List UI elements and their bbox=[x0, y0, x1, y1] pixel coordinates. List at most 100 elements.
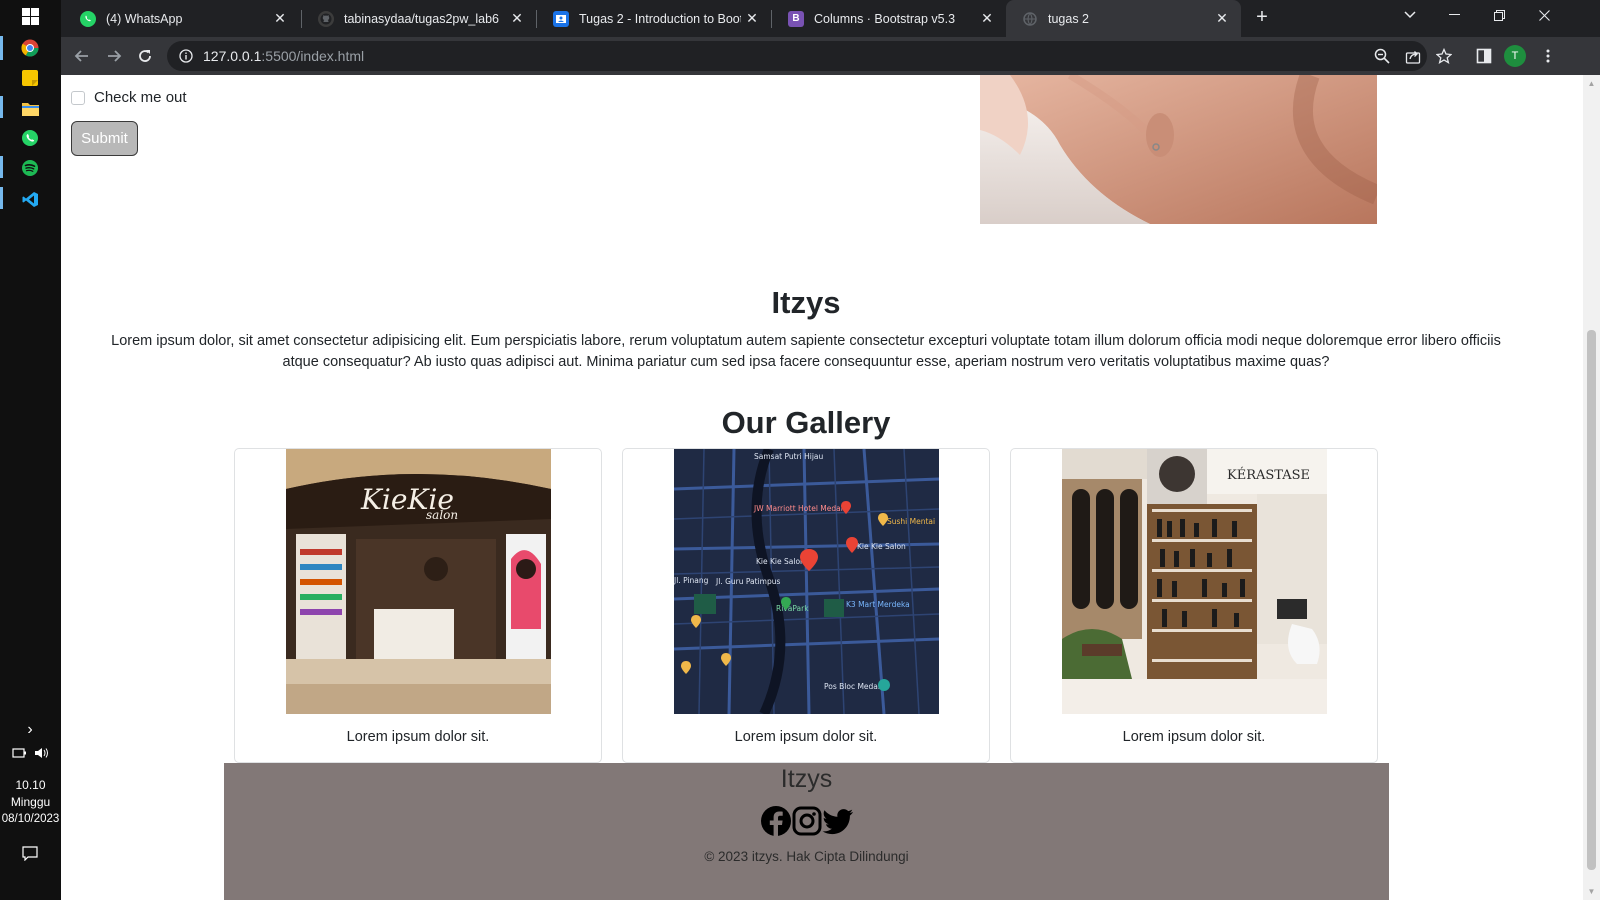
svg-text:salon: salon bbox=[426, 508, 458, 522]
clock-day[interactable]: Minggu bbox=[0, 794, 61, 811]
footer-title: Itzys bbox=[780, 765, 833, 793]
clock-date[interactable]: 08/10/2023 bbox=[0, 811, 61, 828]
card-caption: Lorem ipsum dolor sit. bbox=[346, 729, 490, 745]
globe-icon bbox=[1022, 11, 1038, 27]
share-icon[interactable] bbox=[1400, 43, 1426, 69]
svg-text:Jl. Guru Patimpus: Jl. Guru Patimpus bbox=[715, 577, 780, 586]
card-caption: Lorem ipsum dolor sit. bbox=[1122, 729, 1266, 745]
active-app-indicator bbox=[0, 36, 3, 60]
site-footer: Itzys © 2023 itzys. Hak Cipta Dilindungi bbox=[224, 763, 1389, 900]
tab-title: tugas 2 bbox=[1048, 11, 1090, 26]
tab-title: Tugas 2 - Introduction to Bootstr bbox=[579, 11, 741, 26]
salon-interior-image: KÉRASTASE bbox=[1062, 449, 1327, 714]
bootstrap-icon: B bbox=[788, 10, 804, 27]
submit-button[interactable]: Submit bbox=[71, 121, 138, 156]
tab-bootstrap[interactable]: B Columns · Bootstrap v5.3 ✕ bbox=[772, 0, 1006, 37]
whatsapp-icon[interactable] bbox=[20, 128, 40, 148]
footer-copyright: © 2023 itzys. Hak Cipta Dilindungi bbox=[704, 849, 909, 864]
about-title: Itzys bbox=[771, 285, 841, 320]
chevron-right-icon[interactable]: › bbox=[20, 720, 40, 740]
bookmark-star-icon[interactable] bbox=[1431, 43, 1457, 69]
file-explorer-icon[interactable] bbox=[20, 98, 40, 118]
tab-classroom[interactable]: Tugas 2 - Introduction to Bootstr ✕ bbox=[537, 0, 771, 37]
windows-taskbar: › 10.10 Minggu 08/10/2023 bbox=[0, 0, 61, 900]
screen: › 10.10 Minggu 08/10/2023 (4) WhatsApp ✕… bbox=[0, 0, 1600, 900]
classroom-icon bbox=[553, 10, 569, 27]
profile-avatar[interactable]: T bbox=[1504, 45, 1526, 67]
tab-github[interactable]: tabinasydaa/tugas2pw_lab6 ✕ bbox=[302, 0, 536, 37]
tab-title: (4) WhatsApp bbox=[106, 11, 183, 26]
gallery-title: Our Gallery bbox=[721, 405, 891, 440]
svg-text:RivaPark: RivaPark bbox=[776, 604, 809, 613]
spotify-icon[interactable] bbox=[20, 158, 40, 178]
page-viewport: Check me out Submit Itzys Lorem ipsum do… bbox=[61, 75, 1600, 900]
scroll-down-arrow-icon[interactable]: ▼ bbox=[1587, 887, 1596, 896]
minimize-icon[interactable] bbox=[1432, 0, 1477, 30]
windows-start-icon[interactable] bbox=[20, 6, 40, 26]
facebook-icon[interactable] bbox=[760, 805, 792, 842]
forward-arrow-icon[interactable] bbox=[101, 43, 127, 69]
tab-title: tabinasydaa/tugas2pw_lab6 bbox=[344, 11, 499, 26]
url-text: 127.0.0.1:5500/index.html bbox=[203, 48, 364, 64]
spa-treatment-image bbox=[980, 75, 1377, 224]
check-me-out-label[interactable]: Check me out bbox=[94, 89, 187, 106]
scrollbar-thumb[interactable] bbox=[1587, 330, 1596, 870]
svg-text:JW Marriott Hotel Medan: JW Marriott Hotel Medan bbox=[753, 504, 846, 513]
chrome-icon[interactable] bbox=[20, 38, 40, 58]
about-paragraph: Lorem ipsum dolor, sit amet consectetur … bbox=[111, 333, 1501, 370]
close-icon[interactable]: ✕ bbox=[1211, 10, 1233, 27]
system-tray-icons[interactable] bbox=[10, 743, 52, 763]
browser-tab-strip: (4) WhatsApp ✕ tabinasydaa/tugas2pw_lab6… bbox=[61, 0, 1600, 37]
close-icon[interactable]: ✕ bbox=[506, 10, 528, 27]
gallery-card: Samsat Putri Hijau JW Marriott Hotel Med… bbox=[622, 448, 990, 763]
map-image: Samsat Putri Hijau JW Marriott Hotel Med… bbox=[674, 449, 939, 714]
salon-storefront-image: KieKie salon bbox=[286, 449, 551, 714]
side-panel-icon[interactable] bbox=[1471, 43, 1497, 69]
tab-whatsapp[interactable]: (4) WhatsApp ✕ bbox=[64, 0, 299, 37]
close-window-icon[interactable] bbox=[1522, 0, 1567, 30]
twitter-icon[interactable] bbox=[822, 805, 854, 842]
tab-search-chevron-icon[interactable] bbox=[1387, 0, 1432, 30]
tab-tugas-2[interactable]: tugas 2 ✕ bbox=[1006, 0, 1241, 37]
close-icon[interactable]: ✕ bbox=[741, 10, 763, 27]
menu-kebab-icon[interactable] bbox=[1535, 43, 1561, 69]
svg-text:K3 Mart Merdeka: K3 Mart Merdeka bbox=[846, 600, 910, 609]
github-icon bbox=[318, 10, 334, 27]
clock-time[interactable]: 10.10 bbox=[0, 777, 61, 794]
whatsapp-icon bbox=[80, 10, 96, 27]
close-icon[interactable]: ✕ bbox=[976, 10, 998, 27]
restore-icon[interactable] bbox=[1477, 0, 1522, 30]
address-bar[interactable]: 127.0.0.1:5500/index.html bbox=[167, 41, 1427, 71]
svg-text:Kie Kie Salon: Kie Kie Salon bbox=[857, 542, 906, 551]
gallery-card: KieKie salon Lorem ipsum dolor sit. bbox=[234, 448, 602, 763]
card-caption: Lorem ipsum dolor sit. bbox=[734, 729, 878, 745]
svg-text:Samsat Putri Hijau: Samsat Putri Hijau bbox=[754, 452, 824, 461]
active-app-indicator bbox=[0, 96, 3, 118]
back-arrow-icon[interactable] bbox=[69, 43, 95, 69]
active-app-indicator bbox=[0, 156, 3, 178]
notification-center-icon[interactable] bbox=[20, 843, 40, 863]
social-icons bbox=[760, 805, 854, 842]
check-me-out-field[interactable]: Check me out bbox=[71, 89, 187, 106]
interior-sign: KÉRASTASE bbox=[1227, 467, 1310, 483]
close-icon[interactable]: ✕ bbox=[269, 10, 291, 27]
svg-text:Jl. Pinang: Jl. Pinang bbox=[674, 576, 709, 585]
reload-icon[interactable] bbox=[132, 43, 158, 69]
check-me-out-checkbox[interactable] bbox=[71, 90, 85, 105]
active-app-indicator bbox=[0, 187, 3, 209]
url-host: 127.0.0.1 bbox=[203, 48, 262, 64]
site-info-icon[interactable] bbox=[179, 49, 193, 63]
svg-text:Pos Bloc Medan: Pos Bloc Medan bbox=[824, 682, 883, 691]
svg-text:Sushi Mentai: Sushi Mentai bbox=[887, 517, 935, 526]
svg-text:Kie Kie Salon: Kie Kie Salon bbox=[756, 557, 805, 566]
new-tab-plus-icon[interactable]: + bbox=[1239, 2, 1285, 32]
scroll-up-arrow-icon[interactable]: ▲ bbox=[1587, 79, 1596, 88]
page-scrollbar[interactable]: ▲ ▼ bbox=[1583, 75, 1600, 900]
url-path: :5500/index.html bbox=[261, 48, 365, 64]
instagram-icon[interactable] bbox=[792, 805, 822, 842]
gallery-card: KÉRASTASE Lorem ipsum dolor sit. bbox=[1010, 448, 1378, 763]
sticky-notes-icon[interactable] bbox=[20, 68, 40, 88]
zoom-icon[interactable] bbox=[1369, 43, 1395, 69]
vscode-icon[interactable] bbox=[20, 189, 40, 209]
tab-title: Columns · Bootstrap v5.3 bbox=[814, 11, 956, 26]
